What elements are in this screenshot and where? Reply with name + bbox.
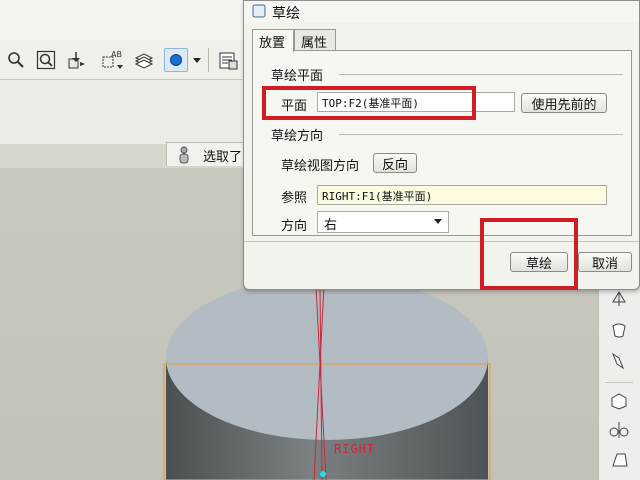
chevron-down-icon <box>434 219 442 224</box>
sketch-button-highlight-box <box>480 218 578 290</box>
group-divider <box>339 74 623 75</box>
tab-placement[interactable]: 放置 <box>252 29 294 52</box>
sweep-icon[interactable] <box>605 346 633 374</box>
svg-text:AB: AB <box>111 50 122 59</box>
dialog-title: 草绘 <box>272 6 300 22</box>
orientation-value: 右 <box>324 218 338 233</box>
sketch-orientation-group-title: 草绘方向 <box>271 129 324 144</box>
cancel-button[interactable]: 取消 <box>578 252 632 272</box>
draft-icon[interactable] <box>605 446 633 474</box>
placement-panel: 草绘平面 平面 TOP:F2(基准平面) 使用先前的 草绘方向 草绘视图方向 反… <box>252 50 632 236</box>
zoom-window-icon[interactable] <box>34 48 58 72</box>
sketch-plane-group-title: 草绘平面 <box>271 69 324 84</box>
footer-divider <box>244 241 639 242</box>
flip-direction-button[interactable]: 反向 <box>373 153 417 173</box>
zoom-icon[interactable] <box>4 48 28 72</box>
toolbar-divider <box>208 48 209 72</box>
status-message: 选取了 <box>203 150 243 165</box>
rib-icon[interactable] <box>605 416 633 444</box>
layers-icon[interactable] <box>132 48 156 72</box>
dialog-titlebar[interactable]: 草绘 <box>244 1 639 23</box>
repaint-icon[interactable] <box>64 48 88 72</box>
orientation-label: 方向 <box>281 219 308 234</box>
sketch-dialog: 草绘 放置 属性 草绘平面 平面 TOP:F2(基准平面) 使用先前的 草绘方向… <box>243 0 640 290</box>
toolbar-band <box>0 80 250 144</box>
use-previous-button[interactable]: 使用先前的 <box>521 93 607 113</box>
user-icon <box>177 146 191 168</box>
chevron-down-icon[interactable] <box>190 48 204 72</box>
revolve-icon[interactable] <box>605 316 633 344</box>
toolbar-divider <box>605 382 633 383</box>
plane-highlight-box <box>262 86 476 120</box>
datum-plane-label: RIGHT <box>334 442 376 456</box>
view-manager-icon[interactable] <box>216 48 240 72</box>
feature-toolbar <box>598 270 640 480</box>
reference-field[interactable]: RIGHT:F1(基准平面) <box>317 185 607 205</box>
status-area: 选取了 <box>166 142 250 166</box>
group-divider <box>339 134 623 135</box>
reference-label: 参照 <box>281 191 308 206</box>
plane-display-icon[interactable]: AB <box>100 48 124 72</box>
orientation-select[interactable]: 右 <box>317 211 449 233</box>
view-toolbar: AB <box>0 40 250 80</box>
view-direction-label: 草绘视图方向 <box>281 159 360 174</box>
tab-properties[interactable]: 属性 <box>294 29 336 51</box>
shell-icon[interactable] <box>605 386 633 414</box>
shading-icon[interactable] <box>164 48 188 72</box>
sketch-icon <box>252 4 266 18</box>
